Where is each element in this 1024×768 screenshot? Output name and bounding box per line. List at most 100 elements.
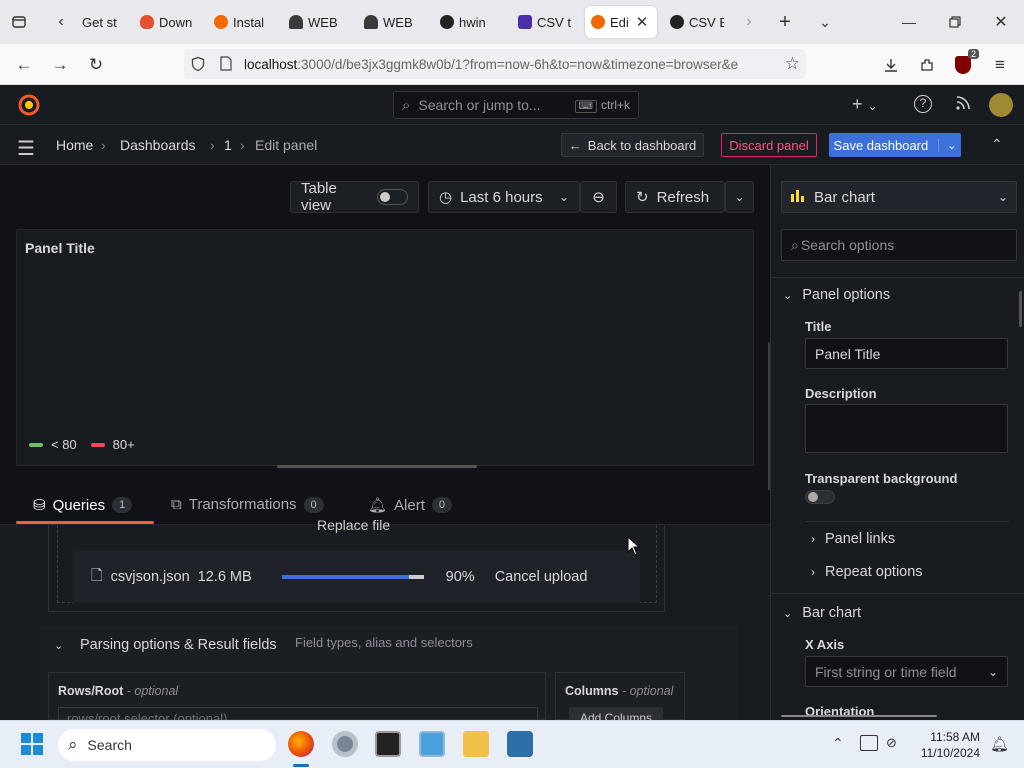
splitter-handle[interactable] <box>277 465 477 468</box>
legend-item[interactable]: < 80 <box>29 437 77 452</box>
breadcrumb-dashboards[interactable]: Dashboards <box>120 137 196 153</box>
tab-transformations[interactable]: ⧉ Transformations 0 <box>171 496 324 513</box>
close-window-icon[interactable]: ✕ <box>988 9 1014 35</box>
search-options-input[interactable]: ⌕ Search options <box>781 229 1017 261</box>
file-explorer-icon[interactable] <box>463 731 489 757</box>
collapse-icon[interactable]: ⌃ <box>991 136 1003 153</box>
refresh-interval-dropdown[interactable]: ⌄ <box>725 181 754 213</box>
horizontal-scrollbar[interactable] <box>781 715 937 717</box>
task-manager-icon[interactable] <box>507 731 533 757</box>
chevron-down-icon[interactable]: ⌄ <box>938 138 956 152</box>
avatar[interactable] <box>989 93 1013 117</box>
browser-tab[interactable]: hwin <box>440 6 496 38</box>
tab-overview-icon[interactable] <box>6 9 32 35</box>
rows-root-label: Rows/Root <box>58 684 124 698</box>
breadcrumb-home[interactable]: Home <box>56 137 93 153</box>
extensions-icon[interactable] <box>914 52 940 78</box>
transparent-background-label: Transparent background <box>805 471 958 486</box>
firefox-icon[interactable] <box>288 731 314 757</box>
browser-tab[interactable]: Get st <box>82 6 122 38</box>
minimize-icon[interactable]: — <box>896 9 922 35</box>
search-placeholder: Search or jump to... <box>418 97 541 113</box>
tab-alert[interactable]: 🔔︎ Alert 0 <box>368 496 453 514</box>
section-title: Repeat options <box>825 564 923 580</box>
browser-tab[interactable]: Down <box>140 6 192 38</box>
reload-icon[interactable]: ↻ <box>83 52 109 78</box>
chevron-down-icon[interactable]: ⌄ <box>54 639 63 652</box>
page-icon <box>220 56 234 72</box>
windows-start-icon[interactable] <box>21 733 43 755</box>
network-icon[interactable]: ⊘ <box>886 735 897 751</box>
search-input[interactable]: ⌕ Search or jump to... ⌨ ctrl+k <box>393 91 639 119</box>
toggle-switch[interactable] <box>376 189 408 205</box>
title-input[interactable]: Panel Title <box>805 338 1008 369</box>
tab-queries[interactable]: ⛁ Queries 1 <box>33 496 133 514</box>
browser-tab[interactable]: CSV t <box>518 6 572 38</box>
save-dashboard-button[interactable]: Save dashboard ⌄ <box>829 133 961 157</box>
restore-icon[interactable] <box>942 9 968 35</box>
tab-label: Instal <box>233 14 265 30</box>
zoom-out-button[interactable]: ⊖ <box>580 181 617 213</box>
options-scrollbar[interactable] <box>1019 291 1022 327</box>
menu-toggle-icon[interactable]: ☰ <box>17 136 35 161</box>
back-icon[interactable]: ← <box>11 52 37 78</box>
browser-tab[interactable]: Instal <box>214 6 268 38</box>
browser-tab[interactable]: CSV E <box>670 6 724 38</box>
settings-icon[interactable] <box>332 731 358 757</box>
list-tabs-icon[interactable]: ⌄ <box>812 9 838 35</box>
x-axis-select[interactable]: First string or time field ⌄ <box>805 656 1008 687</box>
browser-tab[interactable]: WEB <box>364 6 418 38</box>
taskbar-clock[interactable]: 11:58 AM 11/10/2024 <box>916 729 980 761</box>
notifications-icon[interactable]: 🔔︎ <box>990 735 1009 753</box>
tabs-scroll-left-icon[interactable]: ‹ <box>48 9 74 35</box>
upload-progress-row: 🗋 csvjson.json 12.6 MB 90% Cancel upload <box>73 551 640 603</box>
time-picker-button[interactable]: ◷ Last 6 hours ⌄ <box>428 181 580 213</box>
replace-file-label[interactable]: Replace file <box>317 517 390 533</box>
show-hidden-icons-icon[interactable]: ⌃ <box>832 735 844 752</box>
back-to-dashboard-button[interactable]: ← Back to dashboard <box>561 133 704 157</box>
description-textarea[interactable] <box>805 404 1008 453</box>
panel-options-header[interactable]: ⌄ Panel options <box>783 287 890 303</box>
parsing-options-title[interactable]: Parsing options & Result fields <box>80 637 277 653</box>
discard-panel-label: Discard panel <box>729 137 809 153</box>
ublock-icon[interactable]: 2 <box>950 49 979 78</box>
bookmark-star-icon[interactable]: ☆ <box>785 54 800 74</box>
section-title: Bar chart <box>802 605 862 621</box>
breadcrumb-dashboard[interactable]: 1 <box>224 137 232 153</box>
terminal-icon[interactable] <box>375 731 401 757</box>
cancel-upload-button[interactable]: Cancel upload <box>495 569 588 585</box>
display-icon[interactable] <box>860 735 878 751</box>
discard-panel-button[interactable]: Discard panel <box>721 133 817 157</box>
chevron-down-icon: ⌄ <box>987 664 998 679</box>
add-new-icon[interactable]: + ⌄ <box>852 94 878 115</box>
grafana-logo-icon[interactable] <box>17 93 41 117</box>
forward-icon[interactable]: → <box>47 52 73 78</box>
visualization-picker[interactable]: Bar chart ⌄ <box>781 181 1017 213</box>
browser-tab-active[interactable]: Edi ✕ <box>585 6 657 38</box>
rows-root-input[interactable]: rows/root selector (optional) <box>58 707 538 721</box>
shield-icon[interactable] <box>190 56 206 72</box>
new-tab-icon[interactable]: + <box>772 9 798 35</box>
remote-desktop-icon[interactable] <box>419 731 445 757</box>
downloads-icon[interactable] <box>878 52 904 78</box>
tabs-scroll-right-icon[interactable]: › <box>736 9 762 35</box>
add-columns-button[interactable]: Add Columns <box>569 707 663 721</box>
help-icon[interactable]: ? <box>914 95 932 113</box>
news-feed-icon[interactable] <box>955 95 971 115</box>
panel-links-header[interactable]: › Panel links <box>811 531 895 547</box>
legend-swatch <box>29 442 43 447</box>
bar-chart-section-header[interactable]: ⌄ Bar chart <box>783 605 861 621</box>
transparent-background-toggle[interactable] <box>805 490 835 504</box>
browser-tab[interactable]: WEB <box>289 6 343 38</box>
refresh-button[interactable]: ↻ Refresh <box>625 181 725 213</box>
file-size: 12.6 MB <box>197 569 252 585</box>
menu-icon[interactable]: ≡ <box>987 52 1013 78</box>
close-tab-icon[interactable]: ✕ <box>636 13 649 31</box>
repeat-options-header[interactable]: › Repeat options <box>811 564 923 580</box>
bell-icon: 🔔︎ <box>368 497 388 514</box>
taskbar-search[interactable]: ⌕ Search <box>58 729 276 761</box>
section-title: Panel options <box>802 287 891 303</box>
url-bar[interactable]: localhost:3000/d/be3jx3ggmk8w0b/1?from=n… <box>184 49 806 79</box>
table-view-toggle[interactable]: Table view <box>290 180 419 214</box>
legend-item[interactable]: 80+ <box>90 437 135 452</box>
